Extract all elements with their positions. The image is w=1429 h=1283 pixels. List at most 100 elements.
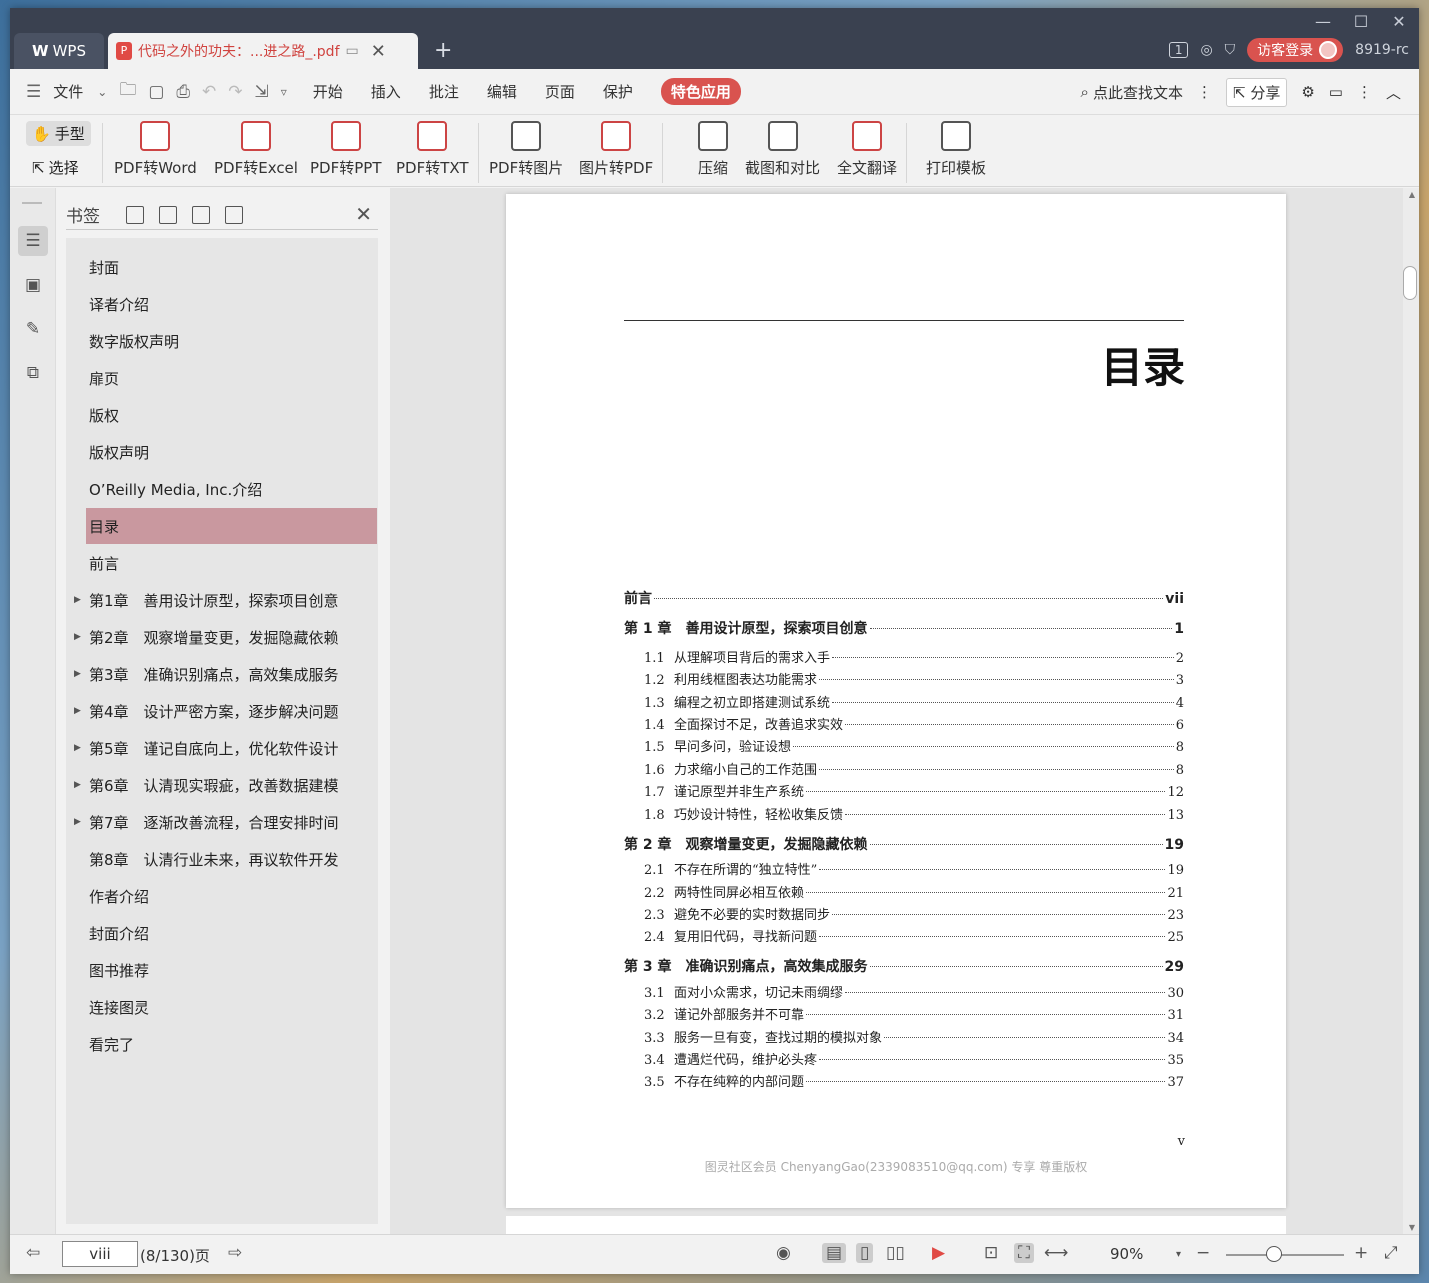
toc-entry[interactable]: 1.4 全面探讨不足，改善追求实效 6 (624, 714, 1184, 733)
tab-preview-icon[interactable]: ▭ (346, 43, 359, 59)
bookmark-item[interactable]: 版权声明 (66, 434, 378, 470)
bookmark-item[interactable]: 译者介绍 (66, 286, 378, 322)
expand-arrow-icon[interactable]: ▶ (74, 595, 81, 605)
wps-home-tab[interactable]: W WPS (14, 33, 104, 69)
hamburger-menu-icon[interactable]: ☰ (26, 82, 41, 102)
bookmark-options-icon[interactable] (225, 205, 243, 224)
eye-protection-icon[interactable]: ◉ (776, 1243, 791, 1263)
new-tab-button[interactable]: + (434, 38, 452, 63)
bookmark-item[interactable]: O’Reilly Media, Inc.介绍 (66, 471, 378, 507)
toc-entry[interactable]: 3.3 服务一旦有变，查找过期的模拟对象 34 (624, 1027, 1184, 1046)
bookmark-item[interactable]: 扉页 (66, 360, 378, 396)
pdf-to-excel-button[interactable]: PDF转Excel (214, 121, 298, 178)
next-page-icon[interactable]: ⇨ (228, 1243, 242, 1263)
toc-entry[interactable]: 3.1 面对小众需求，切记未雨绸缪 30 (624, 982, 1184, 1001)
menu-edit[interactable]: 编辑 (487, 81, 517, 102)
minimize-button[interactable]: — (1308, 12, 1338, 31)
open-folder-icon[interactable]: 🗀 (119, 77, 136, 106)
zoom-out-icon[interactable]: − (1196, 1243, 1210, 1263)
bookmark-item[interactable]: 连接图灵 (66, 989, 378, 1025)
bookmark-list-icon[interactable]: ☰ (18, 226, 48, 256)
page-number-input[interactable]: viii (62, 1241, 138, 1267)
skin-icon[interactable]: ◎ (1200, 42, 1212, 58)
double-page-view-icon[interactable]: ▯▯ (886, 1243, 905, 1263)
maximize-button[interactable]: ☐ (1346, 12, 1376, 31)
bookmark-item[interactable]: 封面介绍 (66, 915, 378, 951)
expand-arrow-icon[interactable]: ▶ (74, 632, 81, 642)
login-button[interactable]: 访客登录 (1247, 38, 1344, 62)
search-icon[interactable]: ⌕ (1081, 83, 1089, 101)
expand-arrow-icon[interactable]: ▶ (74, 706, 81, 716)
toc-entry[interactable]: 2.4 复用旧代码，寻找新问题 25 (624, 926, 1184, 945)
zoom-dropdown-icon[interactable]: ▾ (1176, 1249, 1181, 1260)
more-quick-access-icon[interactable]: ▿ (281, 85, 287, 99)
bookmark-item[interactable]: 第8章 认清行业未来，再议软件开发 (66, 841, 378, 877)
toc-entry[interactable]: 3.4 遭遇烂代码，维护必头疼 35 (624, 1049, 1184, 1068)
print-icon[interactable]: ⎙ (176, 82, 190, 102)
zoom-in-icon[interactable]: + (1354, 1243, 1368, 1263)
zoom-slider-knob[interactable] (1266, 1246, 1282, 1262)
fullscreen-icon[interactable]: ⤢ (1384, 1243, 1398, 1263)
scroll-thumb[interactable] (1403, 266, 1417, 300)
print-template-button[interactable]: 打印模板 (926, 121, 986, 178)
pdf-to-txt-button[interactable]: PDF转TXT (396, 121, 469, 178)
settings-gear-icon[interactable]: ⚙ (1301, 83, 1314, 101)
previous-page-icon[interactable]: ⇦ (26, 1243, 40, 1263)
toc-entry[interactable]: 第 3 章 准确识别痛点，高效集成服务 29 (624, 956, 1184, 976)
signature-pen-icon[interactable]: ✎ (18, 314, 48, 344)
toc-entry[interactable]: 1.1 从理解项目背后的需求入手 2 (624, 647, 1184, 666)
full-translate-button[interactable]: 全文翻译 (837, 121, 897, 178)
rail-drag-handle[interactable] (22, 202, 42, 204)
export-icon[interactable]: ⇲ (255, 82, 269, 102)
redo-icon[interactable]: ↷ (228, 82, 242, 102)
toc-entry[interactable]: 1.3 编程之初立即搭建测试系统 4 (624, 692, 1184, 711)
toc-entry[interactable]: 2.1 不存在所谓的“独立特性” 19 (624, 859, 1184, 878)
collapse-ribbon-icon[interactable]: ︿ (1386, 82, 1401, 103)
bookmark-item[interactable]: 目录 (86, 508, 377, 544)
actual-size-icon[interactable]: ⊡ (984, 1243, 998, 1263)
toc-entry[interactable]: 1.8 巧妙设计特性，轻松收集反馈 13 (624, 804, 1184, 823)
bookmark-item[interactable]: 作者介绍 (66, 878, 378, 914)
comment-bubble-icon[interactable]: ▭ (1329, 83, 1343, 101)
bookmark-item[interactable]: ▶ 第4章 设计严密方案，逐步解决问题 (66, 693, 378, 729)
bookmark-item[interactable]: ▶ 第3章 准确识别痛点，高效集成服务 (66, 656, 378, 692)
save-icon[interactable]: ▢ (148, 82, 164, 102)
close-window-button[interactable]: ✕ (1384, 12, 1414, 31)
menu-special-apps[interactable]: 特色应用 (660, 78, 741, 105)
file-menu[interactable]: 文件 (53, 81, 83, 102)
image-to-pdf-button[interactable]: 图片转PDF (579, 121, 653, 178)
bookmark-item[interactable]: ▶ 第2章 观察增量变更，发掘隐藏依赖 (66, 619, 378, 655)
toc-entry[interactable]: 3.5 不存在纯粹的内部问题 37 (624, 1071, 1184, 1090)
bookmark-item[interactable]: 封面 (66, 249, 378, 285)
play-slideshow-icon[interactable]: ▶ (932, 1243, 945, 1263)
bookmark-item[interactable]: ▶ 第6章 认清现实瑕疵，改善数据建模 (66, 767, 378, 803)
bookmark-item[interactable]: ▶ 第7章 逐渐改善流程，合理安排时间 (66, 804, 378, 840)
thumbnail-image-icon[interactable]: ▣ (18, 270, 48, 300)
toc-entry[interactable]: 2.3 避免不必要的实时数据同步 23 (624, 904, 1184, 923)
expand-arrow-icon[interactable]: ▶ (74, 817, 81, 827)
toc-entry[interactable]: 第 2 章 观察增量变更，发掘隐藏依赖 19 (624, 834, 1184, 854)
continuous-view-icon[interactable]: ▤ (822, 1243, 847, 1263)
toc-entry[interactable]: 3.2 谨记外部服务并不可靠 31 (624, 1004, 1184, 1023)
pdf-to-ppt-button[interactable]: PDF转PPT (310, 121, 381, 178)
toc-entry[interactable]: 1.7 谨记原型并非生产系统 12 (624, 781, 1184, 800)
toc-entry[interactable]: 前言 vii (624, 588, 1184, 608)
expand-all-icon[interactable] (126, 205, 144, 224)
select-tool-button[interactable]: ⇱ 选择 (26, 155, 85, 180)
menu-insert[interactable]: 插入 (371, 81, 401, 102)
more-options-icon[interactable]: ⋮ (1357, 83, 1372, 101)
close-tab-icon[interactable]: ✕ (371, 41, 386, 62)
vertical-scrollbar[interactable]: ▲ ▼ (1403, 188, 1419, 1234)
find-text-button[interactable]: 点此查找文本 (1093, 82, 1183, 103)
toc-entry[interactable]: 第 1 章 善用设计原型，探索项目创意 1 (624, 618, 1184, 638)
close-panel-icon[interactable]: ✕ (355, 202, 372, 226)
bookmark-item[interactable]: 前言 (66, 545, 378, 581)
chevron-down-icon[interactable]: ⌄ (97, 85, 107, 99)
bookmark-item[interactable]: 图书推荐 (66, 952, 378, 988)
menu-page[interactable]: 页面 (545, 81, 575, 102)
image-extract-icon[interactable]: ⧉ (18, 358, 48, 388)
toc-entry[interactable]: 1.5 早问多问，验证设想 8 (624, 736, 1184, 755)
document-tab[interactable]: P 代码之外的功夫：...进之路_.pdf ▭ ✕ (108, 33, 418, 69)
pdf-to-image-button[interactable]: PDF转图片 (489, 121, 563, 178)
pdf-to-word-button[interactable]: PDF转Word (114, 121, 197, 178)
